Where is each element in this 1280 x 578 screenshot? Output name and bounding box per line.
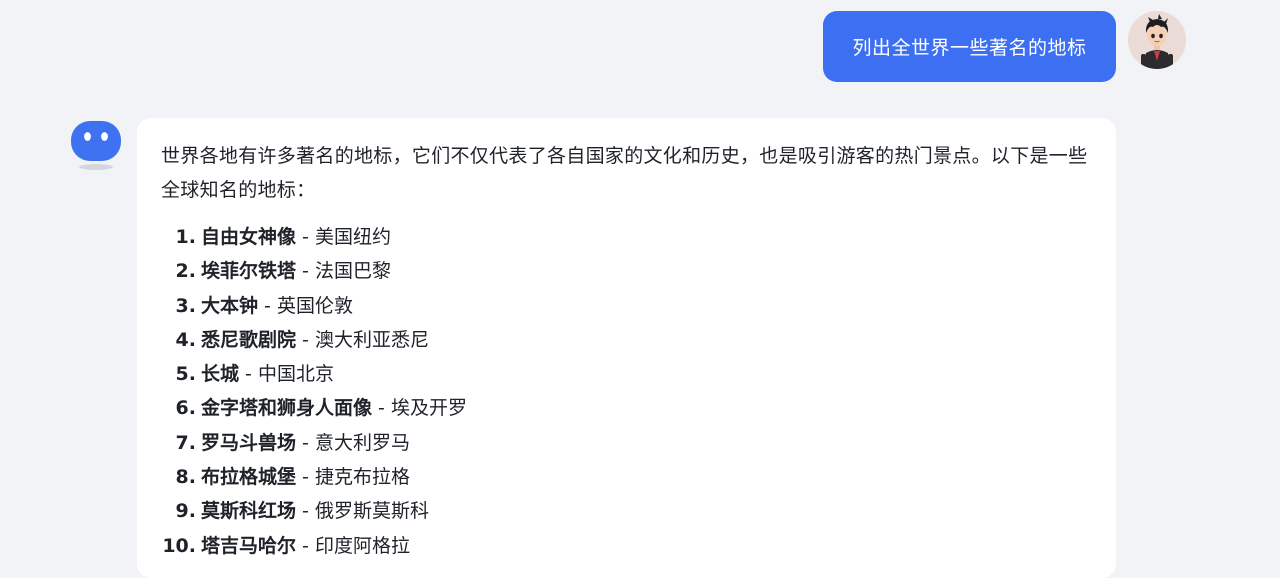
list-item-separator: -	[296, 328, 315, 351]
list-item-number: 3.	[175, 294, 196, 317]
landmark-name: 布拉格城堡	[201, 466, 297, 489]
bot-message-bubble: 世界各地有许多著名的地标，它们不仅代表了各自国家的文化和历史，也是吸引游客的热门…	[137, 118, 1116, 578]
list-item-number: 4.	[175, 328, 196, 351]
list-item-separator: -	[296, 260, 315, 283]
list-item-separator: -	[296, 226, 315, 248]
landmark-location: 埃及开罗	[390, 397, 467, 420]
list-item-number: 8.	[175, 466, 196, 489]
list-item: 8. 布拉格城堡 - 捷克布拉格	[161, 462, 1092, 496]
landmark-location: 澳大利亚悉尼	[314, 328, 429, 351]
blue-robot-avatar-icon	[71, 121, 121, 170]
landmark-location: 英国伦敦	[276, 294, 353, 317]
list-item-separator: -	[296, 534, 315, 557]
landmark-list: 1. 自由女神像 - 美国纽约 2. 埃菲尔铁塔 - 法国巴黎 3. 大本钟 - 英国伦敦…	[161, 222, 1092, 565]
bot-avatar[interactable]	[70, 119, 122, 175]
list-item: 2. 埃菲尔铁塔 - 法国巴黎	[161, 256, 1092, 290]
list-item-separator: -	[296, 500, 315, 523]
landmark-name: 塔吉马哈尔	[201, 534, 297, 557]
landmark-location: 俄罗斯莫斯科	[314, 500, 429, 523]
landmark-location: 中国北京	[257, 363, 334, 386]
list-item-separator: -	[296, 466, 315, 489]
list-item: 10. 塔吉马哈尔 - 印度阿格拉	[161, 531, 1092, 565]
landmark-location: 捷克布拉格	[314, 466, 410, 489]
user-message-bubble: 列出全世界一些著名的地标	[823, 11, 1116, 82]
landmark-location: 美国纽约	[314, 226, 391, 248]
list-item-number: 10.	[162, 534, 196, 557]
landmark-name: 悉尼歌剧院	[201, 328, 297, 351]
landmark-name: 罗马斗兽场	[201, 431, 297, 454]
list-item-number: 2.	[175, 260, 196, 283]
landmark-location: 印度阿格拉	[314, 534, 410, 557]
list-item: 5. 长城 - 中国北京	[161, 359, 1092, 393]
list-item-number: 7.	[175, 431, 196, 454]
list-item-separator: -	[239, 363, 258, 386]
landmark-name: 金字塔和狮身人面像	[201, 397, 373, 420]
list-item: 7. 罗马斗兽场 - 意大利罗马	[161, 428, 1092, 462]
list-item: 9. 莫斯科红场 - 俄罗斯莫斯科	[161, 496, 1092, 530]
list-item-number: 6.	[175, 397, 196, 420]
user-message-text: 列出全世界一些著名的地标	[852, 37, 1087, 59]
user-avatar[interactable]	[1128, 11, 1186, 69]
list-item-number: 5.	[175, 363, 196, 386]
bot-intro-text: 世界各地有许多著名的地标，它们不仅代表了各自国家的文化和历史，也是吸引游客的热门…	[161, 145, 1088, 201]
list-item-separator: -	[296, 431, 315, 454]
list-item: 1. 自由女神像 - 美国纽约	[161, 222, 1092, 256]
landmark-name: 自由女神像	[201, 226, 297, 248]
landmark-name: 长城	[201, 363, 240, 386]
list-item-separator: -	[258, 294, 277, 317]
cartoon-boy-avatar-icon	[1128, 11, 1186, 69]
landmark-name: 埃菲尔铁塔	[201, 260, 297, 283]
landmark-name: 莫斯科红场	[201, 500, 297, 523]
list-item-number: 1.	[175, 226, 196, 248]
landmark-location: 法国巴黎	[314, 260, 391, 283]
list-item: 3. 大本钟 - 英国伦敦	[161, 291, 1092, 325]
landmark-name: 大本钟	[201, 294, 259, 317]
list-item: 4. 悉尼歌剧院 - 澳大利亚悉尼	[161, 325, 1092, 359]
list-item-number: 9.	[175, 500, 196, 523]
list-item-separator: -	[372, 397, 391, 420]
list-item: 6. 金字塔和狮身人面像 - 埃及开罗	[161, 393, 1092, 427]
landmark-location: 意大利罗马	[314, 431, 410, 454]
